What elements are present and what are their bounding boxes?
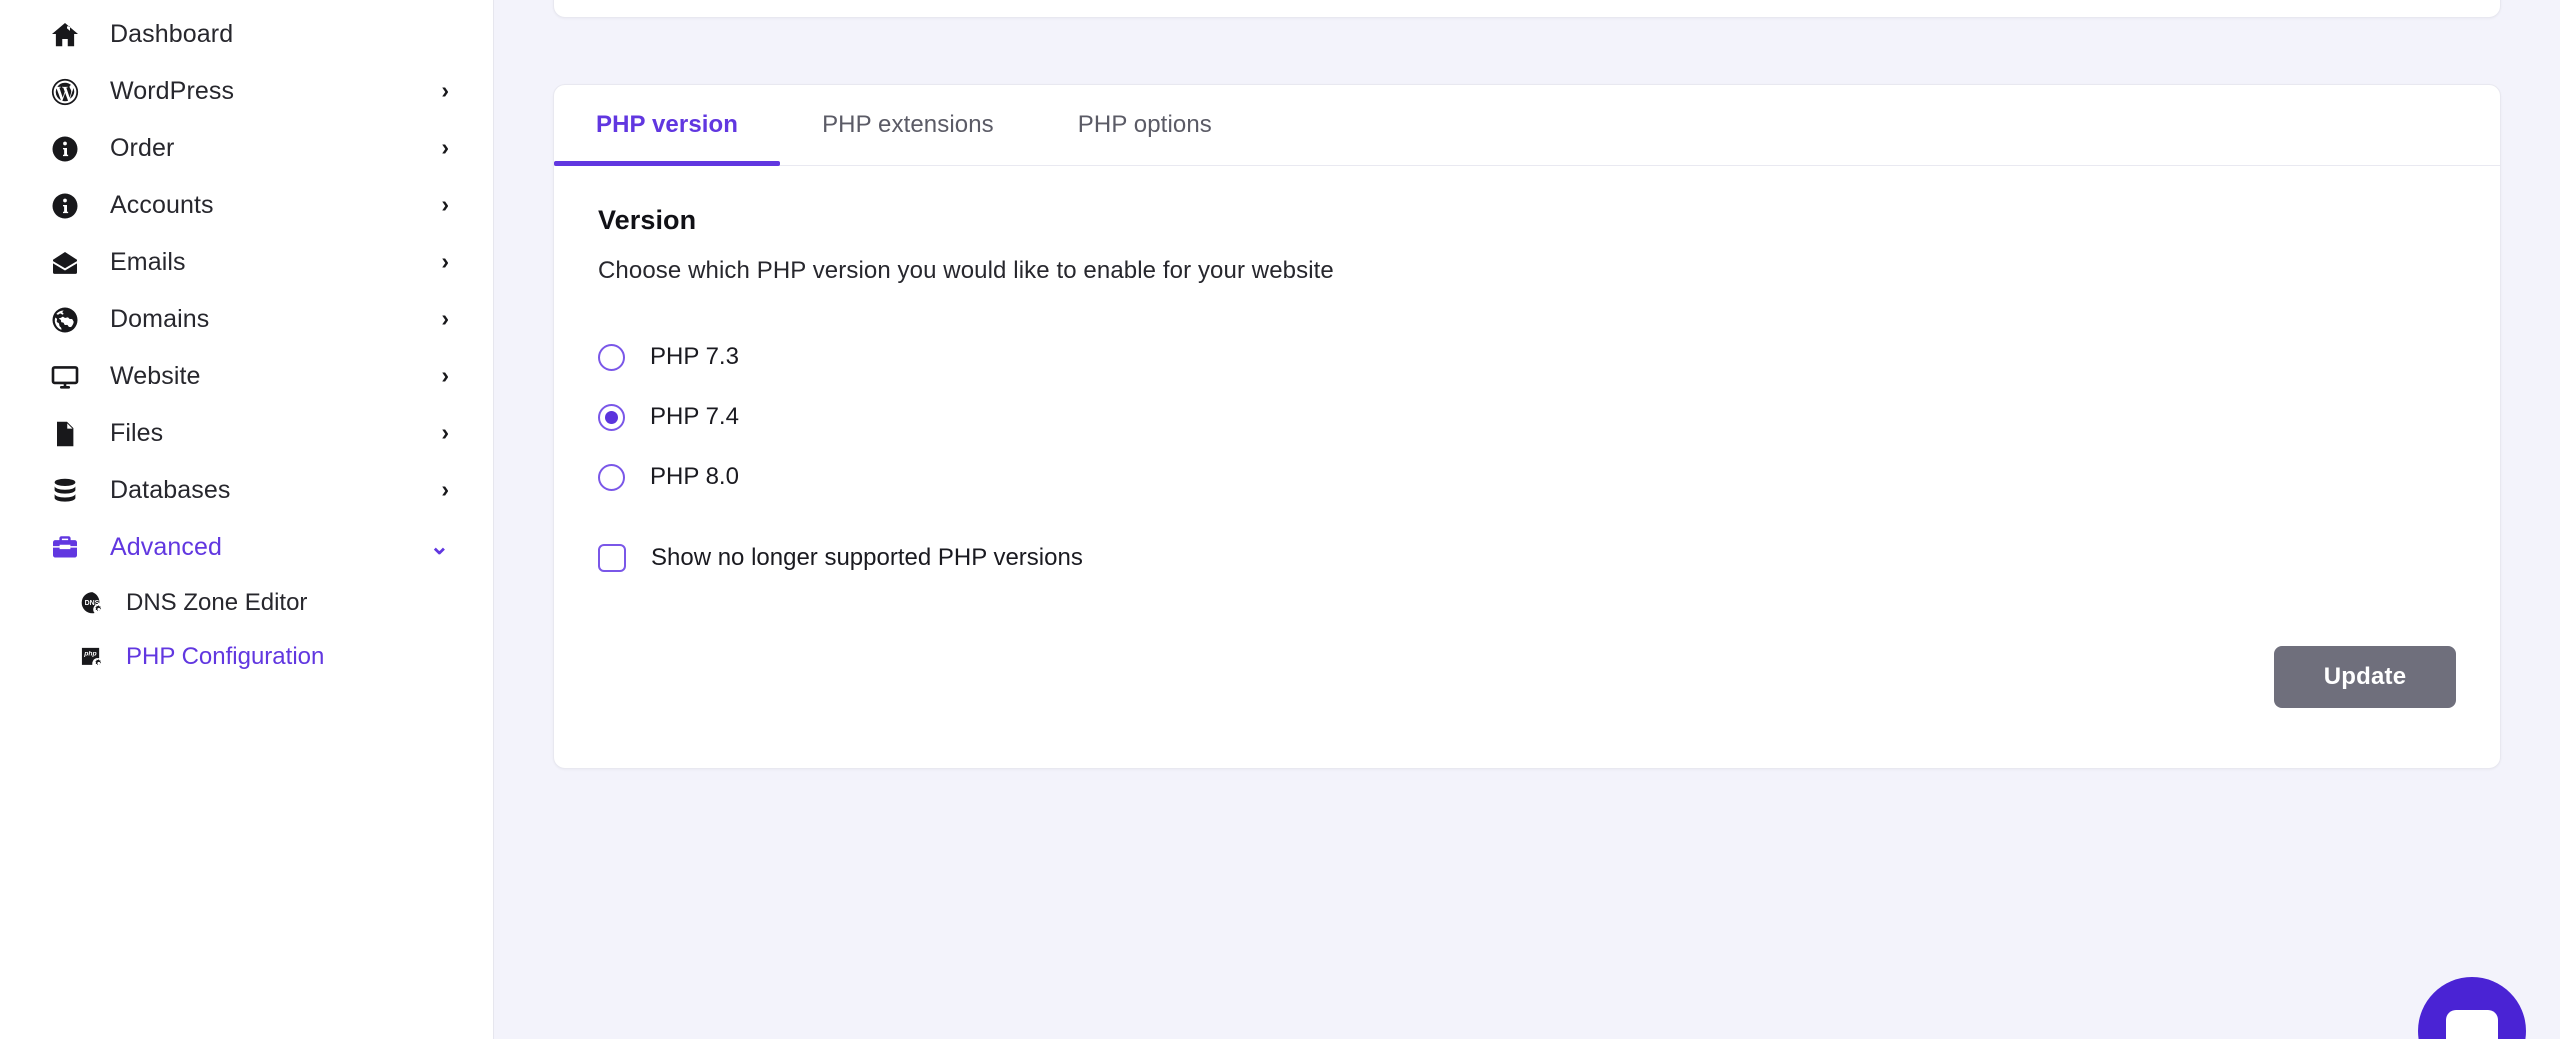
tab-php-version[interactable]: PHP version	[554, 85, 781, 166]
chevron-right-icon: ›	[441, 419, 449, 445]
tab-php-options[interactable]: PHP options	[1036, 85, 1254, 165]
sidebar-item-advanced[interactable]: Advanced ⌄	[0, 519, 493, 576]
radio-row-php-74[interactable]: PHP 7.4	[598, 387, 2456, 447]
radio-label: PHP 7.3	[650, 343, 739, 370]
update-button[interactable]: Update	[2274, 646, 2456, 708]
tab-php-extensions[interactable]: PHP extensions	[780, 85, 1036, 165]
sidebar-subitem-php-configuration[interactable]: php PHP Configuration	[0, 630, 493, 684]
chat-widget-button[interactable]	[2418, 977, 2526, 1039]
svg-text:php: php	[83, 650, 96, 657]
sidebar-item-order[interactable]: Order ›	[0, 120, 493, 177]
database-icon	[48, 474, 82, 508]
wordpress-icon	[48, 75, 82, 109]
toolbox-icon	[48, 531, 82, 565]
tab-label: PHP options	[1077, 111, 1212, 138]
sidebar-item-label: WordPress	[110, 77, 235, 105]
tab-label: PHP version	[596, 111, 739, 138]
sidebar-item-website[interactable]: Website ›	[0, 348, 493, 405]
sidebar-item-files[interactable]: Files ›	[0, 405, 493, 462]
sidebar-item-label: Accounts	[110, 191, 214, 219]
sidebar-item-label: Databases	[110, 476, 231, 504]
sidebar-subitem-dns-zone-editor[interactable]: DNS DNS Zone Editor	[0, 576, 493, 630]
sidebar-item-label: Order	[110, 134, 175, 162]
globe-icon	[48, 303, 82, 337]
sidebar-item-wordpress[interactable]: WordPress ›	[0, 63, 493, 120]
sidebar-item-label: Advanced	[110, 533, 222, 561]
section-title: Version	[598, 205, 697, 235]
svg-text:DNS: DNS	[84, 599, 99, 606]
chevron-down-icon: ⌄	[429, 533, 449, 559]
php-configuration-card: PHP version PHP extensions PHP options V…	[553, 84, 2501, 769]
sidebar-item-dashboard[interactable]: Dashboard	[0, 6, 493, 63]
monitor-icon	[48, 360, 82, 394]
radio-php-80[interactable]	[598, 463, 625, 491]
sidebar-item-label: Emails	[110, 248, 186, 276]
radio-php-73[interactable]	[598, 343, 625, 371]
sidebar-item-domains[interactable]: Domains ›	[0, 291, 493, 348]
chevron-right-icon: ›	[441, 77, 449, 103]
sidebar-item-databases[interactable]: Databases ›	[0, 462, 493, 519]
sidebar-item-label: Files	[110, 419, 164, 447]
home-icon	[48, 18, 82, 52]
radio-php-74[interactable]	[598, 403, 625, 431]
php-gear-icon: php	[78, 643, 106, 671]
radio-row-php-73[interactable]: PHP 7.3	[598, 327, 2456, 387]
radio-label: PHP 8.0	[650, 463, 739, 490]
sidebar-item-label: Website	[110, 362, 201, 390]
chevron-right-icon: ›	[441, 305, 449, 331]
action-row: Update	[598, 646, 2456, 708]
sidebar-item-label: Dashboard	[110, 20, 234, 48]
php-version-radio-group: PHP 7.3 PHP 7.4 PHP 8.0	[598, 327, 2456, 507]
sidebar-subitem-label: DNS Zone Editor	[126, 589, 308, 616]
sidebar-item-emails[interactable]: Emails ›	[0, 234, 493, 291]
show-unsupported-label: Show no longer supported PHP versions	[651, 544, 1083, 571]
radio-row-php-80[interactable]: PHP 8.0	[598, 447, 2456, 507]
tab-strip: PHP version PHP extensions PHP options	[554, 85, 2500, 166]
sidebar: Dashboard WordPress › Order › Accounts ›	[0, 0, 494, 1039]
card-body: Version Choose which PHP version you wou…	[554, 166, 2500, 708]
radio-label: PHP 7.4	[650, 403, 739, 430]
section-description: Choose which PHP version you would like …	[598, 257, 1334, 284]
main-content: PHP version PHP extensions PHP options V…	[494, 0, 2560, 1039]
chevron-right-icon: ›	[441, 134, 449, 160]
card-above-partial	[553, 0, 2501, 18]
tab-label: PHP extensions	[822, 111, 994, 138]
chevron-right-icon: ›	[441, 476, 449, 502]
chevron-right-icon: ›	[441, 191, 449, 217]
envelope-icon	[48, 246, 82, 280]
chevron-right-icon: ›	[441, 362, 449, 388]
sidebar-item-accounts[interactable]: Accounts ›	[0, 177, 493, 234]
info-icon	[48, 132, 82, 166]
file-icon	[48, 417, 82, 451]
chevron-right-icon: ›	[441, 248, 449, 274]
sidebar-item-label: Domains	[110, 305, 210, 333]
dns-gear-icon: DNS	[78, 589, 106, 617]
info-icon	[48, 189, 82, 223]
show-unsupported-checkbox[interactable]	[598, 544, 626, 572]
chat-bubble-icon	[2446, 1010, 2498, 1039]
app-root: Dashboard WordPress › Order › Accounts ›	[0, 0, 2560, 1039]
show-unsupported-row[interactable]: Show no longer supported PHP versions	[598, 536, 2456, 580]
sidebar-subitem-label: PHP Configuration	[126, 643, 325, 670]
